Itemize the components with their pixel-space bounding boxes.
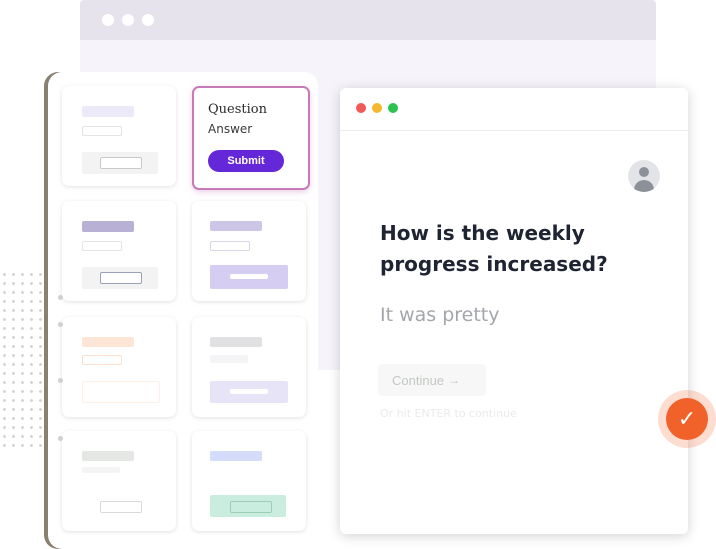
template-card[interactable]	[62, 201, 176, 301]
answer-input[interactable]: It was pretty	[380, 304, 500, 326]
question-heading: How is the weekly progress increased?	[380, 221, 608, 276]
maximize-dot-icon[interactable]	[388, 103, 398, 113]
arrow-right-icon: →	[448, 373, 461, 387]
window-dot-icon	[122, 14, 134, 26]
template-card-selected[interactable]: Question Answer Submit	[192, 86, 310, 190]
user-avatar-icon[interactable]	[628, 160, 660, 192]
close-dot-icon[interactable]	[356, 103, 366, 113]
continue-button[interactable]: Continue →	[378, 364, 486, 396]
minimize-dot-icon[interactable]	[372, 103, 382, 113]
connector-dot-icon	[58, 378, 63, 383]
template-card[interactable]	[192, 317, 306, 417]
template-card[interactable]	[192, 201, 306, 301]
connector-dot-icon	[58, 436, 63, 441]
form-answer-label: Answer	[208, 122, 253, 136]
preview-window-titlebar	[340, 88, 688, 131]
template-card[interactable]	[62, 317, 176, 417]
template-card[interactable]	[192, 431, 306, 531]
enter-hint-text: Or hit ENTER to continue	[380, 407, 517, 420]
form-preview-window: How is the weekly progress increased? It…	[340, 88, 688, 534]
background-window-titlebar	[80, 0, 656, 40]
template-card[interactable]	[62, 86, 176, 186]
check-icon: ✓	[666, 398, 708, 440]
submit-button[interactable]: Submit	[208, 150, 284, 172]
template-card[interactable]	[62, 431, 176, 531]
connector-dot-icon	[58, 295, 63, 300]
form-question-label: Question	[208, 102, 267, 117]
connector-dot-icon	[58, 322, 63, 327]
continue-label: Continue	[392, 372, 445, 388]
window-dot-icon	[142, 14, 154, 26]
window-dot-icon	[102, 14, 114, 26]
